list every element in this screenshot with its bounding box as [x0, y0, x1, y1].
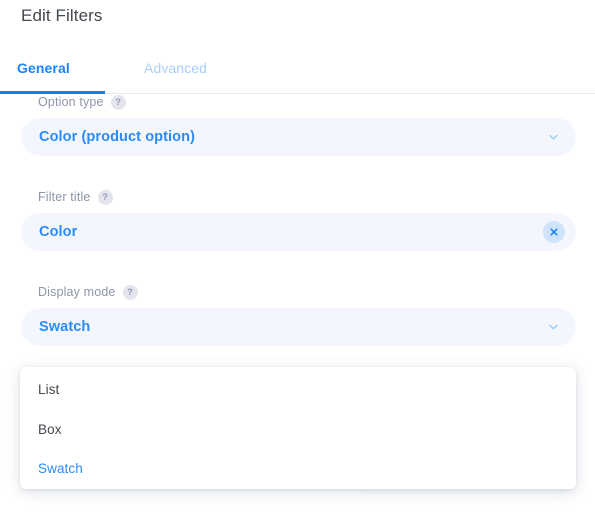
field-display-mode: Display mode ? Swatch — [0, 284, 595, 346]
tab-general[interactable]: General — [17, 60, 70, 76]
dropdown-option-box[interactable]: Box — [20, 409, 576, 449]
help-icon[interactable]: ? — [122, 284, 138, 300]
display-mode-dropdown: List Box Swatch — [20, 367, 576, 489]
field-label-row: Option type ? — [0, 94, 595, 110]
clear-button[interactable] — [543, 221, 565, 243]
field-label-display-mode: Display mode — [38, 285, 116, 299]
page-title: Edit Filters — [21, 6, 103, 25]
chevron-down-icon[interactable] — [548, 322, 559, 333]
edit-filters-form: Option type ? Color (product option) Fil… — [0, 94, 595, 346]
dropdown-option-swatch[interactable]: Swatch — [20, 448, 576, 488]
field-filter-title: Filter title ? Color — [0, 189, 595, 251]
field-option-type: Option type ? Color (product option) — [0, 94, 595, 156]
close-icon — [549, 227, 559, 237]
field-label-filter-title: Filter title — [38, 190, 91, 204]
help-icon[interactable]: ? — [97, 189, 113, 205]
option-type-select[interactable]: Color (product option) — [21, 118, 576, 156]
tab-bar: General Advanced — [0, 52, 595, 94]
display-mode-value: Swatch — [39, 319, 91, 335]
filter-title-input[interactable]: Color — [21, 213, 576, 251]
field-label-row: Filter title ? — [0, 189, 595, 205]
option-type-value: Color (product option) — [39, 129, 196, 145]
field-label-row: Display mode ? — [0, 284, 595, 300]
display-mode-select[interactable]: Swatch — [21, 308, 576, 346]
help-icon[interactable]: ? — [110, 94, 126, 110]
chevron-down-icon[interactable] — [548, 132, 559, 143]
dropdown-option-list[interactable]: List — [20, 369, 576, 409]
filter-title-value: Color — [39, 224, 78, 240]
field-label-option-type: Option type — [38, 95, 104, 109]
tab-advanced[interactable]: Advanced — [144, 60, 207, 76]
